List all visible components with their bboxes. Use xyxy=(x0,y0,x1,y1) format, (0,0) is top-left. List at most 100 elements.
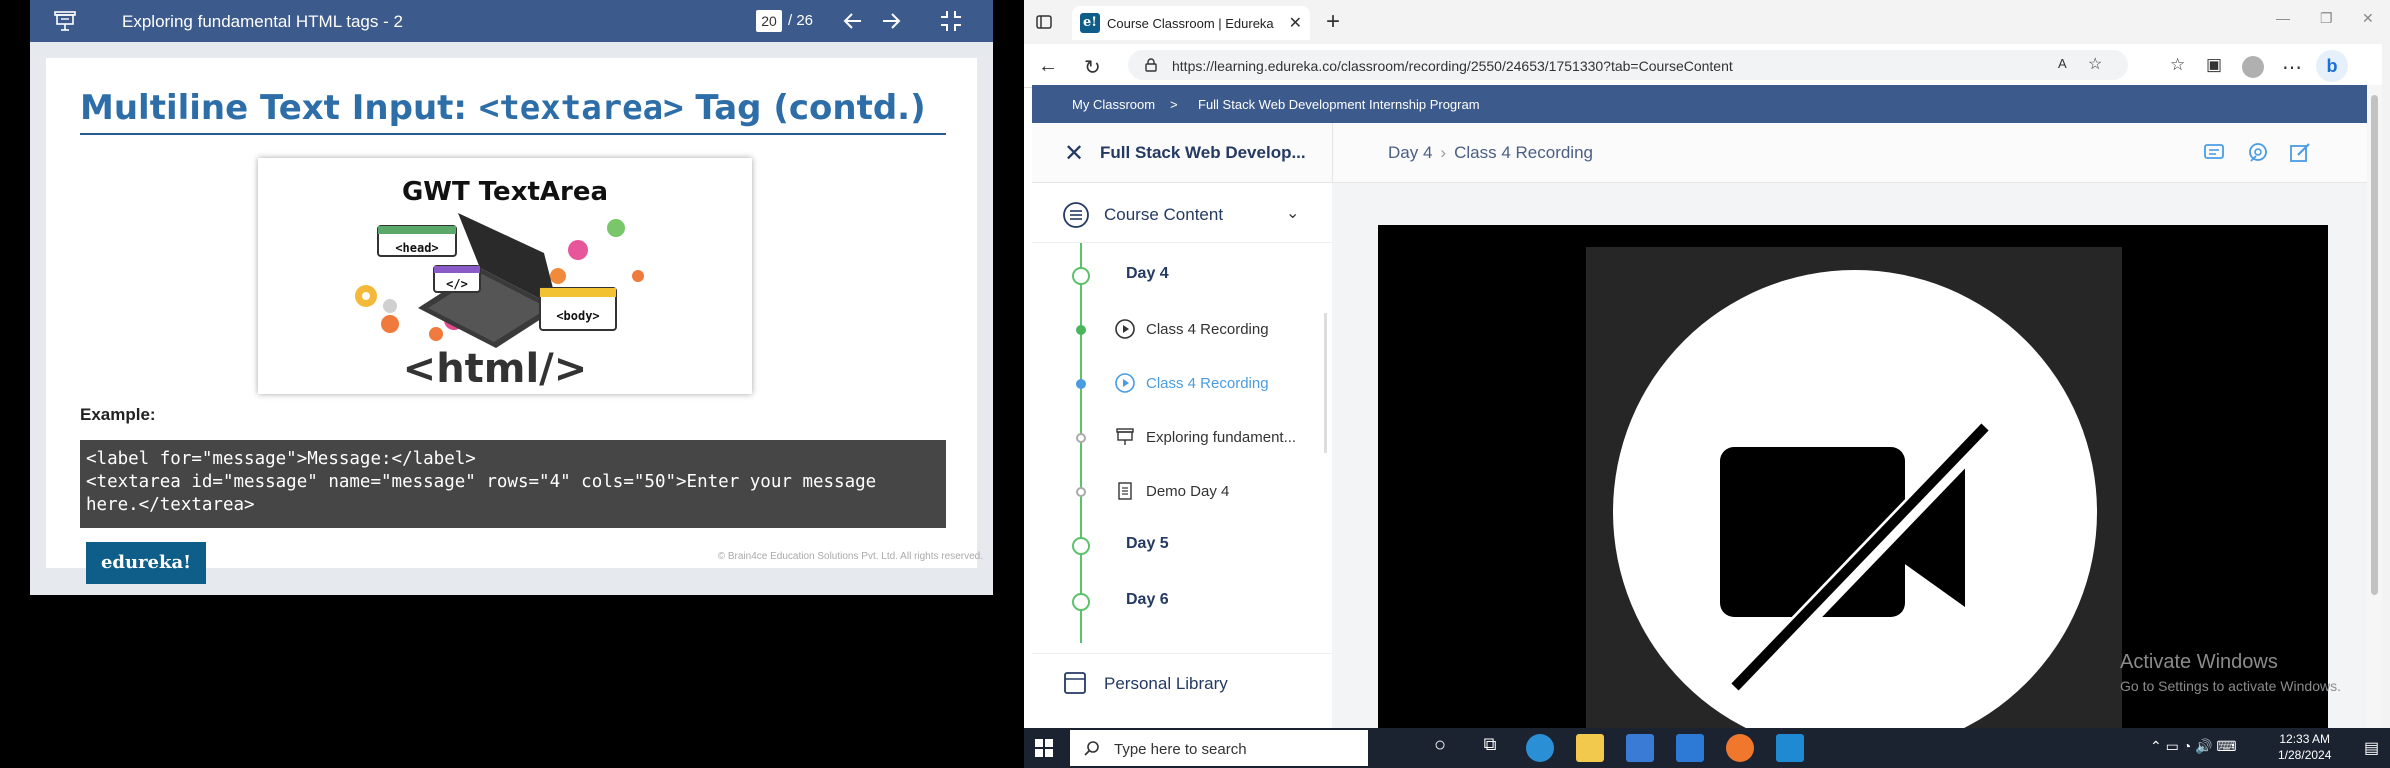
sidebar-item-exploring[interactable]: Exploring fundament... xyxy=(1032,417,1332,457)
timeline-dot xyxy=(1072,593,1090,611)
url-input[interactable]: https://learning.edureka.co/classroom/re… xyxy=(1128,50,2128,80)
course-sidebar: Course Content ⌄ Day 4 Class 4 Recording xyxy=(1032,183,1332,728)
arrow-right-icon[interactable] xyxy=(878,8,904,34)
sub-breadcrumb-separator: › xyxy=(1440,143,1447,162)
sidebar-item-label: Class 4 Recording xyxy=(1146,321,1269,338)
profile-avatar[interactable] xyxy=(2242,56,2264,78)
window-close-icon[interactable]: ✕ xyxy=(2362,10,2374,27)
taskbar-search-input[interactable]: Type here to search xyxy=(1070,730,1368,766)
collections-icon[interactable]: ▣ xyxy=(2206,55,2222,75)
heading-suffix: Tag (contd.) xyxy=(683,88,926,128)
play-circle-icon xyxy=(1115,373,1135,393)
close-icon[interactable]: ✕ xyxy=(1064,139,1084,168)
example-label: Example: xyxy=(80,405,156,424)
page-scrollbar[interactable] xyxy=(2367,85,2382,728)
tab-actions-icon[interactable] xyxy=(1036,14,1052,30)
sub-breadcrumb-day[interactable]: Day 4 xyxy=(1388,143,1432,162)
tab-course-classroom[interactable]: e! Course Classroom | Edureka ✕ xyxy=(1072,6,1310,40)
slide-toolbar: Exploring fundamental HTML tags - 2 20 /… xyxy=(30,0,993,42)
windows-start-icon[interactable] xyxy=(1034,738,1054,758)
list-icon xyxy=(1063,202,1089,228)
image-body-tag: <body> xyxy=(556,309,599,323)
cortana-icon[interactable]: ○ xyxy=(1426,734,1454,762)
slide-title: Exploring fundamental HTML tags - 2 xyxy=(122,12,403,31)
sidebar-item-day-6[interactable]: Day 6 xyxy=(1032,581,1332,621)
presentation-icon xyxy=(1116,428,1134,445)
file-explorer-icon[interactable] xyxy=(1576,734,1604,762)
edge-app-icon[interactable] xyxy=(1526,734,1554,762)
breadcrumb: My Classroom > Full Stack Web Developmen… xyxy=(1032,85,2367,123)
presentation-icon[interactable] xyxy=(52,8,78,34)
breadcrumb-program[interactable]: Full Stack Web Development Internship Pr… xyxy=(1198,97,1480,112)
sidebar-item-day-5[interactable]: Day 5 xyxy=(1032,525,1332,565)
timeline-dot xyxy=(1072,267,1090,285)
back-icon[interactable]: ← xyxy=(1038,55,1058,78)
watermark-subtitle: Go to Settings to activate Windows. xyxy=(2120,678,2341,694)
timeline-dot xyxy=(1076,433,1086,443)
clock-time: 12:33 AM xyxy=(2279,732,2331,746)
chat-icon[interactable] xyxy=(2202,141,2226,165)
breadcrumb-my-classroom[interactable]: My Classroom xyxy=(1072,97,1155,112)
watermark-title: Activate Windows xyxy=(2120,651,2278,673)
course-title: Full Stack Web Develop... xyxy=(1100,143,1306,162)
slide: Multiline Text Input: <textarea> Tag (co… xyxy=(46,58,977,568)
edit-notes-icon[interactable] xyxy=(2288,141,2312,165)
exit-fullscreen-icon[interactable] xyxy=(938,8,964,34)
read-aloud-icon[interactable]: A xyxy=(2058,56,2067,71)
copyright-text: © Brain4ce Education Solutions Pvt. Ltd.… xyxy=(717,551,983,562)
header-divider xyxy=(1332,123,1333,183)
support-icon[interactable] xyxy=(2246,141,2270,165)
personal-library-label: Personal Library xyxy=(1104,674,1228,693)
breadcrumb-separator: > xyxy=(1170,97,1178,112)
search-placeholder: Type here to search xyxy=(1114,741,1247,758)
sidebar-item-day-4[interactable]: Day 4 xyxy=(1032,255,1332,295)
lock-icon[interactable] xyxy=(1144,58,1158,72)
timeline-dot xyxy=(1076,325,1086,335)
sidebar-item-demo-day-4[interactable]: Demo Day 4 xyxy=(1032,471,1332,511)
bing-copilot-icon[interactable]: b xyxy=(2316,50,2348,82)
timeline-dot xyxy=(1076,487,1086,497)
edureka-favicon-icon: e! xyxy=(1080,13,1100,33)
tab-close-icon[interactable]: ✕ xyxy=(1289,13,1302,33)
notifications-icon[interactable]: ▤ xyxy=(2364,738,2379,758)
document-icon xyxy=(1118,482,1132,500)
sub-breadcrumb-item: Class 4 Recording xyxy=(1454,143,1593,162)
task-view-icon[interactable]: ⧉ xyxy=(1476,734,1504,762)
sidebar-item-label: Day 4 xyxy=(1126,265,1169,282)
personal-library[interactable]: Personal Library xyxy=(1032,653,1332,713)
tab-bar: e! Course Classroom | Edureka ✕ + — ❐ ✕ xyxy=(1024,0,2390,44)
vscode-icon[interactable] xyxy=(1776,734,1804,762)
web-page: My Classroom > Full Stack Web Developmen… xyxy=(1032,85,2367,728)
chevron-down-icon[interactable]: ⌄ xyxy=(1286,203,1299,223)
page-number-input[interactable]: 20 xyxy=(756,10,782,32)
sidebar-item-class-4-recording[interactable]: Class 4 Recording xyxy=(1032,309,1332,349)
new-tab-icon[interactable]: + xyxy=(1326,8,1340,36)
sidebar-item-class-4-recording-active[interactable]: Class 4 Recording xyxy=(1032,363,1332,403)
clock[interactable]: 12:33 AM 1/28/2024 xyxy=(2278,731,2331,763)
edureka-logo: edureka! xyxy=(86,542,206,584)
reload-icon[interactable]: ↻ xyxy=(1084,55,1101,80)
arrow-left-icon[interactable] xyxy=(840,8,866,34)
sidebar-scrollbar[interactable] xyxy=(1324,313,1327,453)
favorite-star-icon[interactable]: ☆ xyxy=(2088,54,2102,74)
edge-sidebar xyxy=(2382,44,2390,728)
play-circle-icon xyxy=(1115,319,1135,339)
more-menu-icon[interactable]: ⋯ xyxy=(2282,55,2302,80)
address-bar: ← ↻ https://learning.edureka.co/classroo… xyxy=(1024,44,2390,88)
image-html-tag: <html/> xyxy=(403,346,588,392)
video-off-icon xyxy=(1613,270,2097,728)
mail-icon[interactable] xyxy=(1676,734,1704,762)
firefox-icon[interactable] xyxy=(1726,734,1754,762)
tray-icons[interactable]: ⌃ ▭ ◔ 🔊 ⌨ xyxy=(2150,738,2237,755)
search-icon xyxy=(1084,741,1099,756)
slide-frame: Multiline Text Input: <textarea> Tag (co… xyxy=(30,42,993,595)
image-close-tag: </> xyxy=(446,277,468,291)
restore-icon[interactable]: ❐ xyxy=(2320,10,2333,27)
favorites-icon[interactable]: ☆ xyxy=(2170,55,2185,75)
course-content-toggle[interactable]: Course Content ⌄ xyxy=(1032,183,1332,243)
sidebar-item-label: Exploring fundament... xyxy=(1146,429,1297,446)
slide-viewer-window: Exploring fundamental HTML tags - 2 20 /… xyxy=(0,0,1024,768)
sub-breadcrumb: Day 4 › Class 4 Recording xyxy=(1388,143,1593,163)
minimize-icon[interactable]: — xyxy=(2276,10,2290,26)
store-icon[interactable] xyxy=(1626,734,1654,762)
